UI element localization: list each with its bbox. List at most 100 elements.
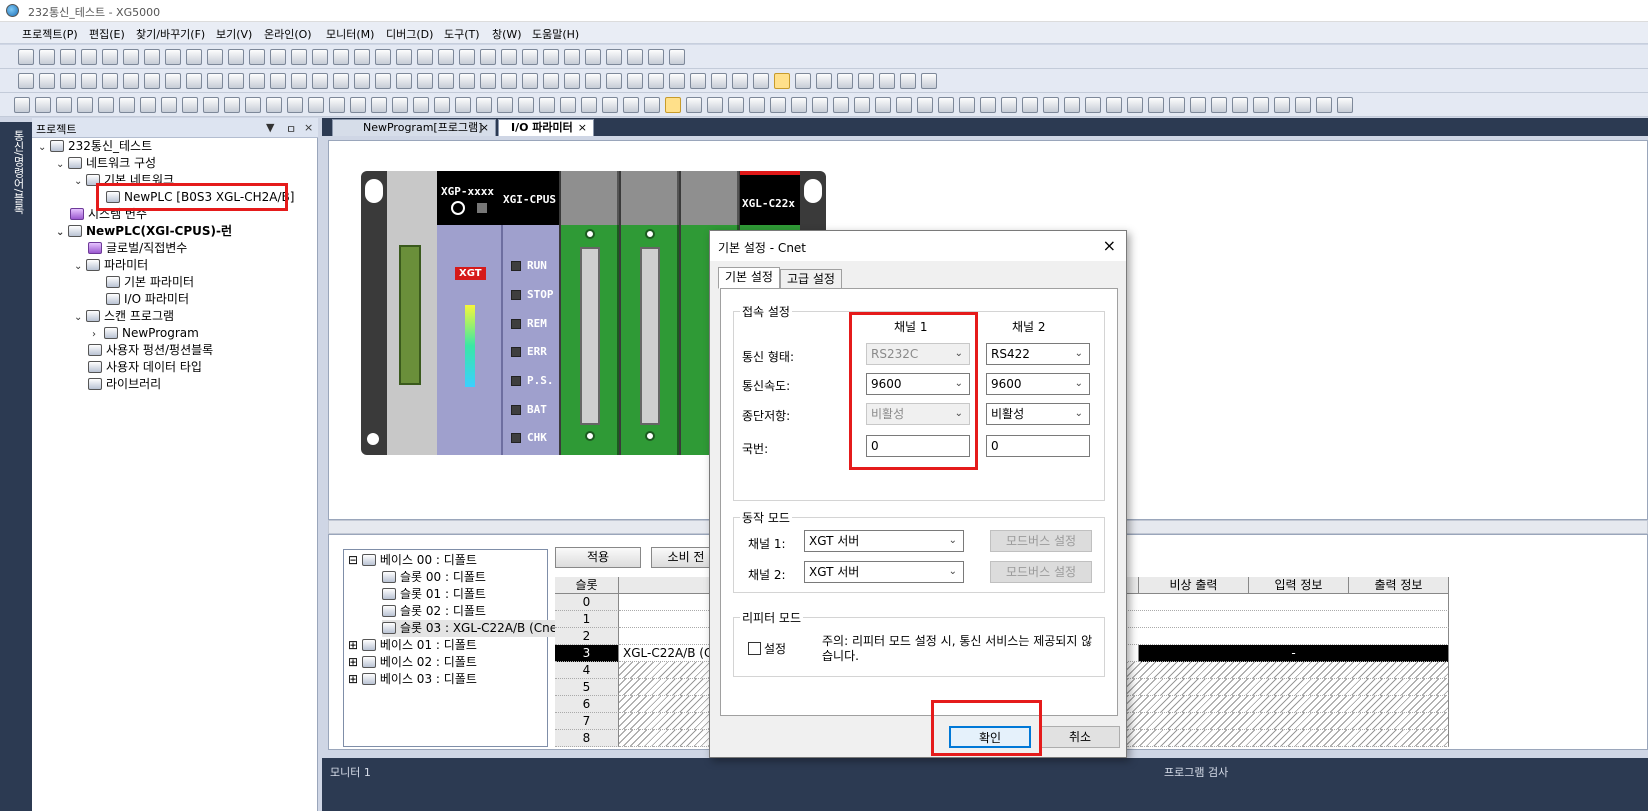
toolbar-button-icon[interactable] <box>329 97 345 113</box>
toolbar-button-icon[interactable] <box>249 49 265 65</box>
toolbar-button-icon[interactable] <box>690 73 706 89</box>
tree-slot-01[interactable]: 슬롯 01 : 디폴트 <box>382 586 486 603</box>
toolbar-button-icon[interactable] <box>522 49 538 65</box>
tree-slot-03[interactable]: 슬롯 03 : XGL-C22A/B (Cne <box>382 620 558 637</box>
toolbar-button-icon[interactable] <box>459 73 475 89</box>
side-tab-commands[interactable]: 통신/명령어/블록 <box>10 130 26 214</box>
toolbar-button-icon[interactable] <box>686 97 702 113</box>
toolbar-button-icon[interactable] <box>375 73 391 89</box>
toolbar-button-icon[interactable] <box>1127 97 1143 113</box>
toolbar-button-icon[interactable] <box>560 97 576 113</box>
toolbar-button-icon[interactable] <box>1295 97 1311 113</box>
toolbar-button-icon[interactable] <box>980 97 996 113</box>
row-number[interactable]: 5 <box>555 679 619 696</box>
toolbar-button-icon[interactable] <box>564 49 580 65</box>
toolbar-button-icon[interactable] <box>81 49 97 65</box>
toolbar-button-icon[interactable] <box>35 97 51 113</box>
toolbar-button-icon[interactable] <box>438 49 454 65</box>
toolbar-button-icon[interactable] <box>858 73 874 89</box>
toolbar-button-icon[interactable] <box>1274 97 1290 113</box>
toolbar-button-icon[interactable] <box>501 49 517 65</box>
toolbar-button-icon[interactable] <box>1022 97 1038 113</box>
tree-user-function[interactable]: 사용자 펑션/펑션블록 <box>88 342 213 359</box>
toolbar-button-icon[interactable] <box>581 97 597 113</box>
toolbar-button-icon[interactable] <box>921 73 937 89</box>
toolbar-button-icon[interactable] <box>308 97 324 113</box>
toolbar-button-icon[interactable] <box>77 97 93 113</box>
menu-help[interactable]: 도움말(H) <box>532 26 579 42</box>
toolbar-button-icon[interactable] <box>144 73 160 89</box>
toolbar-button-icon[interactable] <box>522 73 538 89</box>
toolbar-button-icon[interactable] <box>1043 97 1059 113</box>
toolbar-button-icon[interactable] <box>228 73 244 89</box>
toolbar-button-icon[interactable] <box>203 97 219 113</box>
panel-close-icon[interactable]: × <box>304 121 313 134</box>
toolbar-button-icon[interactable] <box>564 73 580 89</box>
toolbar-button-icon[interactable] <box>480 49 496 65</box>
tree-parameters[interactable]: ⌄ 파라미터 <box>74 257 148 274</box>
ch1-modbus-settings-button[interactable]: 모드버스 설정 <box>990 530 1092 552</box>
panel-menu-icon[interactable]: ▼ <box>266 121 274 134</box>
toolbar-button-icon[interactable] <box>287 97 303 113</box>
toolbar-button-icon[interactable] <box>228 49 244 65</box>
row-number[interactable]: 2 <box>555 628 619 645</box>
toolbar-button-icon[interactable] <box>182 97 198 113</box>
toolbar-button-icon[interactable] <box>1169 97 1185 113</box>
toolbar-button-icon[interactable] <box>312 73 328 89</box>
cancel-button[interactable]: 취소 <box>1040 726 1120 748</box>
toolbar-button-icon[interactable] <box>791 97 807 113</box>
toolbar-button-icon[interactable] <box>753 73 769 89</box>
toolbar-button-icon[interactable] <box>854 97 870 113</box>
cpu-module-body[interactable]: XGT RUN STOP REM ERR P.S. BAT CHK <box>437 225 559 455</box>
toolbar-button-icon[interactable] <box>585 49 601 65</box>
tree-global-vars[interactable]: 글로벌/직접변수 <box>88 240 187 257</box>
toolbar-button-icon[interactable] <box>333 73 349 89</box>
toolbar-button-icon[interactable] <box>102 73 118 89</box>
toolbar-button-icon[interactable] <box>1106 97 1122 113</box>
toolbar-button-icon[interactable] <box>165 73 181 89</box>
tree-project-root[interactable]: ⌄ 232통신_테스트 <box>38 138 152 155</box>
close-icon[interactable]: × <box>578 120 587 136</box>
tree-network-config[interactable]: ⌄ 네트워크 구성 <box>56 155 156 172</box>
toolbar-button-icon[interactable] <box>543 73 559 89</box>
toolbar-button-icon[interactable] <box>207 49 223 65</box>
tree-io-parameter[interactable]: I/O 파라미터 <box>106 291 189 308</box>
toolbar-button-icon[interactable] <box>669 73 685 89</box>
tree-slot-02[interactable]: 슬롯 02 : 디폴트 <box>382 603 486 620</box>
apply-button[interactable]: 적용 <box>555 547 641 568</box>
toolbar-button-icon[interactable] <box>354 73 370 89</box>
toolbar-button-icon[interactable] <box>249 73 265 89</box>
toolbar-button-icon[interactable] <box>749 97 765 113</box>
row-number[interactable]: 8 <box>555 730 619 747</box>
slot-01-module[interactable] <box>621 225 679 455</box>
ch1-operation-select[interactable]: XGT 서버 ⌄ <box>804 530 964 552</box>
toolbar-button-icon[interactable] <box>371 97 387 113</box>
toolbar-button-icon[interactable] <box>14 97 30 113</box>
menu-view[interactable]: 보기(V) <box>216 26 252 42</box>
collapse-icon[interactable]: ⊟ <box>348 553 362 567</box>
panel-pin-icon[interactable]: ㅁ <box>286 121 296 137</box>
ch2-speed-select[interactable]: 9600 ⌄ <box>986 373 1090 395</box>
row-number[interactable]: 1 <box>555 611 619 628</box>
toolbar-button-icon[interactable] <box>224 97 240 113</box>
chevron-down-icon[interactable]: ⌄ <box>74 258 86 275</box>
toolbar-button-icon[interactable] <box>711 73 727 89</box>
toolbar-button-icon[interactable] <box>875 97 891 113</box>
tree-slot-00[interactable]: 슬롯 00 : 디폴트 <box>382 569 486 586</box>
toolbar-button-icon[interactable] <box>606 73 622 89</box>
toolbar-button-icon[interactable] <box>60 49 76 65</box>
toolbar-button-icon[interactable] <box>102 49 118 65</box>
monitor-panel-title[interactable]: 모니터 1 <box>330 764 371 780</box>
expand-icon[interactable]: ⊞ <box>348 672 362 686</box>
toolbar-button-icon[interactable] <box>144 49 160 65</box>
ch2-station-input[interactable]: 0 <box>986 435 1090 457</box>
menu-project[interactable]: 프로젝트(P) <box>22 26 78 42</box>
toolbar-button-icon[interactable] <box>270 49 286 65</box>
row-number[interactable]: 6 <box>555 696 619 713</box>
tree-base-02[interactable]: ⊞ 베이스 02 : 디폴트 <box>348 654 477 671</box>
toolbar-button-icon[interactable] <box>413 97 429 113</box>
cpu-module-header[interactable]: XGP-xxxx XGI-CPUS <box>437 171 559 225</box>
toolbar-button-icon[interactable] <box>396 49 412 65</box>
toolbar-button-icon[interactable] <box>18 49 34 65</box>
toolbar-button-icon[interactable] <box>123 73 139 89</box>
